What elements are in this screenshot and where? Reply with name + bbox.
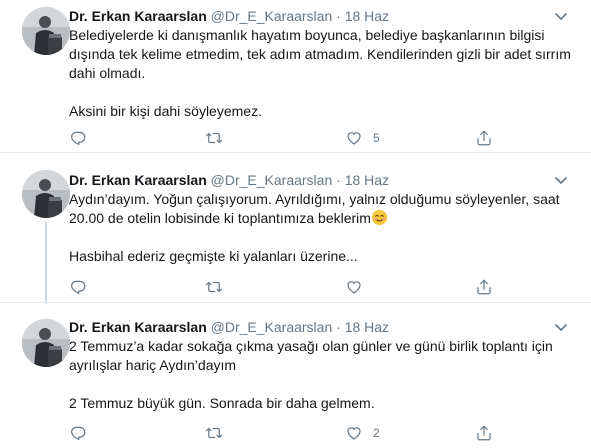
tweet-text: 2 Temmuz’a kadar sokağa çıkma yasağı ola… bbox=[69, 337, 575, 413]
retweet-button[interactable] bbox=[205, 277, 233, 297]
like-icon bbox=[347, 281, 361, 294]
reply-button[interactable] bbox=[69, 128, 97, 148]
like-button[interactable] bbox=[345, 277, 373, 297]
like-count: 5 bbox=[373, 131, 380, 145]
tweet-paragraph: 2 Temmuz’a kadar sokağa çıkma yasağı ola… bbox=[69, 338, 557, 373]
tweet-text: Belediyelerde ki danışmanlık hayatım boy… bbox=[69, 26, 575, 121]
reply-button[interactable] bbox=[69, 423, 97, 443]
retweet-button[interactable] bbox=[205, 423, 233, 443]
share-icon bbox=[477, 130, 491, 146]
tweet-actions bbox=[69, 277, 509, 297]
avatar[interactable] bbox=[22, 319, 70, 367]
smiling-face-emoji bbox=[371, 209, 388, 226]
chevron-down-icon[interactable] bbox=[551, 6, 571, 26]
avatar[interactable] bbox=[22, 7, 70, 55]
share-icon bbox=[477, 279, 491, 295]
tweet-paragraph: Aksini bir kişi dahi söyleyemez. bbox=[69, 103, 262, 119]
author-handle[interactable]: @Dr_E_Karaarslan bbox=[211, 172, 333, 188]
retweet-button[interactable] bbox=[205, 128, 233, 148]
like-icon bbox=[347, 427, 361, 440]
tweet-text: Aydın’dayım. Yoğun çalışıyorum. Ayrıldığ… bbox=[69, 190, 575, 266]
avatar[interactable] bbox=[22, 170, 70, 218]
reply-icon bbox=[71, 280, 86, 295]
like-count: 2 bbox=[373, 426, 380, 440]
author-name[interactable]: Dr. Erkan Karaarslan bbox=[69, 172, 207, 188]
author-name[interactable]: Dr. Erkan Karaarslan bbox=[69, 8, 207, 24]
share-button[interactable] bbox=[475, 277, 493, 297]
tweet-date[interactable]: 18 Haz bbox=[345, 172, 389, 188]
like-button[interactable]: 5 bbox=[345, 128, 380, 148]
tweet-paragraph: Hasbihal ederiz geçmişte ki yalanları üz… bbox=[69, 248, 358, 264]
tweet-paragraph: 2 Temmuz büyük gün. Sonrada bir daha gel… bbox=[69, 395, 375, 411]
chevron-down-icon[interactable] bbox=[551, 170, 571, 190]
tweet[interactable]: Dr. Erkan Karaarslan @Dr_E_Karaarslan · … bbox=[0, 302, 591, 448]
retweet-icon bbox=[205, 427, 223, 439]
share-button[interactable] bbox=[475, 423, 493, 443]
retweet-icon bbox=[205, 281, 223, 293]
tweet-date[interactable]: 18 Haz bbox=[345, 319, 389, 335]
like-button[interactable]: 2 bbox=[345, 423, 380, 443]
separator: · bbox=[336, 8, 341, 24]
tweet-date[interactable]: 18 Haz bbox=[345, 8, 389, 24]
tweet-actions: 5 bbox=[69, 128, 509, 148]
author-handle[interactable]: @Dr_E_Karaarslan bbox=[211, 8, 333, 24]
tweet[interactable]: Dr. Erkan Karaarslan @Dr_E_Karaarslan · … bbox=[0, 154, 591, 304]
separator: · bbox=[336, 319, 341, 335]
tweet-header: Dr. Erkan Karaarslan @Dr_E_Karaarslan · … bbox=[69, 6, 571, 26]
share-icon bbox=[477, 425, 491, 441]
tweet-paragraph-text: Aydın’dayım. Yoğun çalışıyorum. Ayrıldığ… bbox=[69, 191, 564, 226]
thread-connector bbox=[45, 222, 47, 304]
tweet-actions: 2 bbox=[69, 423, 509, 443]
reply-button[interactable] bbox=[69, 277, 97, 297]
reply-icon bbox=[71, 131, 86, 146]
share-button[interactable] bbox=[475, 128, 493, 148]
reply-icon bbox=[71, 426, 86, 441]
tweet-header: Dr. Erkan Karaarslan @Dr_E_Karaarslan · … bbox=[69, 317, 571, 337]
tweet[interactable]: Dr. Erkan Karaarslan @Dr_E_Karaarslan · … bbox=[0, 0, 591, 153]
tweet-header: Dr. Erkan Karaarslan @Dr_E_Karaarslan · … bbox=[69, 170, 571, 190]
tweet-paragraph: Aydın’dayım. Yoğun çalışıyorum. Ayrıldığ… bbox=[69, 190, 575, 228]
tweet-paragraph: Belediyelerde ki danışmanlık hayatım boy… bbox=[69, 27, 575, 81]
separator: · bbox=[336, 172, 341, 188]
chevron-down-icon[interactable] bbox=[551, 317, 571, 337]
author-name[interactable]: Dr. Erkan Karaarslan bbox=[69, 319, 207, 335]
author-handle[interactable]: @Dr_E_Karaarslan bbox=[211, 319, 333, 335]
like-icon bbox=[347, 132, 361, 145]
retweet-icon bbox=[205, 132, 223, 144]
